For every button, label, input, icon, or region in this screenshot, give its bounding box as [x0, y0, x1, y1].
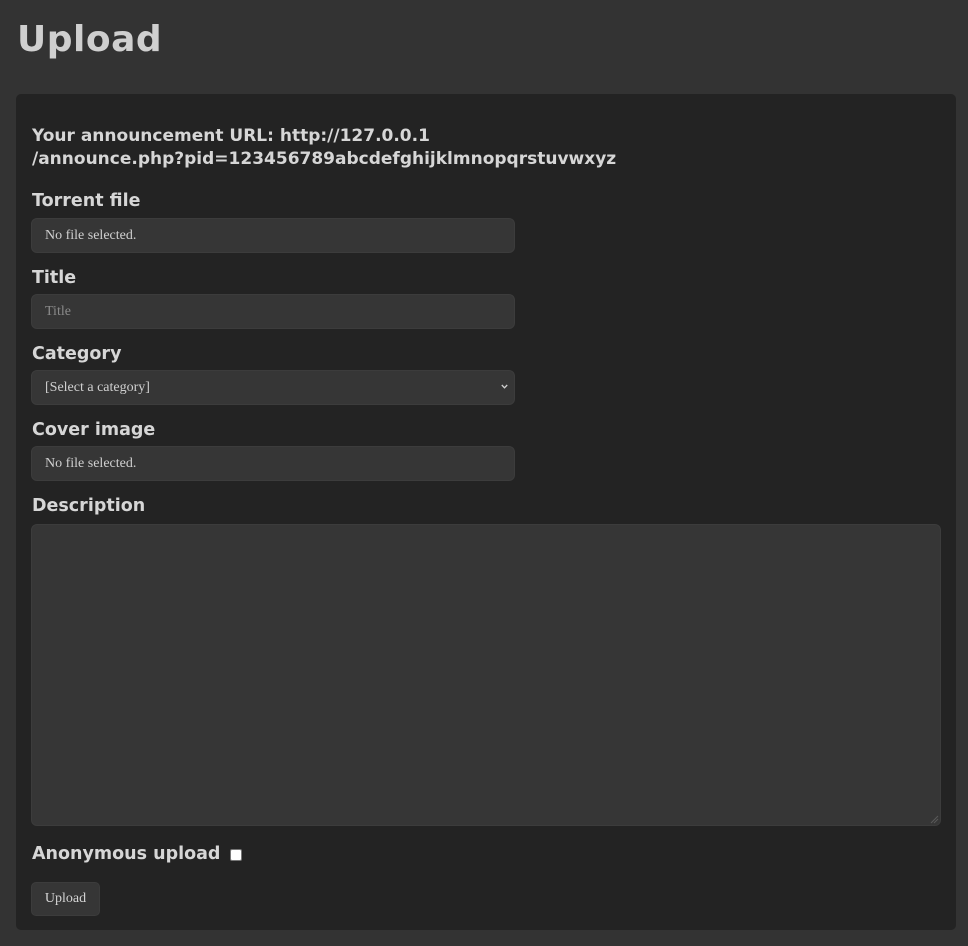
category-selected-value: [Select a category] — [45, 380, 150, 395]
cover-image-status: No file selected. — [45, 456, 137, 471]
title-input[interactable]: Title — [31, 294, 515, 329]
category-label: Category — [32, 344, 122, 364]
chevron-down-icon — [501, 384, 508, 389]
description-textarea[interactable] — [31, 524, 941, 826]
resize-grip-icon[interactable] — [930, 815, 939, 824]
description-label: Description — [32, 496, 146, 516]
upload-form-panel: Your announcement URL: http://127.0.0.1 … — [16, 94, 956, 930]
anonymous-upload-checkbox[interactable] — [230, 849, 243, 861]
announce-url-text: Your announcement URL: http://127.0.0.1 … — [32, 125, 616, 171]
title-label: Title — [32, 268, 77, 288]
anonymous-upload-row: Anonymous upload — [32, 842, 243, 866]
page-title: Upload — [17, 19, 163, 60]
title-input-placeholder: Title — [45, 304, 71, 319]
announce-url-line-2: /announce.php?pid=123456789abcdefghijklm… — [32, 149, 617, 169]
torrent-file-input[interactable]: No file selected. — [31, 218, 515, 253]
category-select[interactable]: [Select a category] — [31, 370, 515, 405]
anonymous-upload-label: Anonymous upload — [32, 844, 221, 864]
torrent-file-label: Torrent file — [32, 191, 141, 211]
announce-url-line-1: Your announcement URL: http://127.0.0.1 — [32, 126, 430, 146]
cover-image-input[interactable]: No file selected. — [31, 446, 515, 481]
cover-image-label: Cover image — [32, 420, 156, 440]
upload-button[interactable]: Upload — [31, 882, 100, 916]
torrent-file-status: No file selected. — [45, 228, 137, 243]
